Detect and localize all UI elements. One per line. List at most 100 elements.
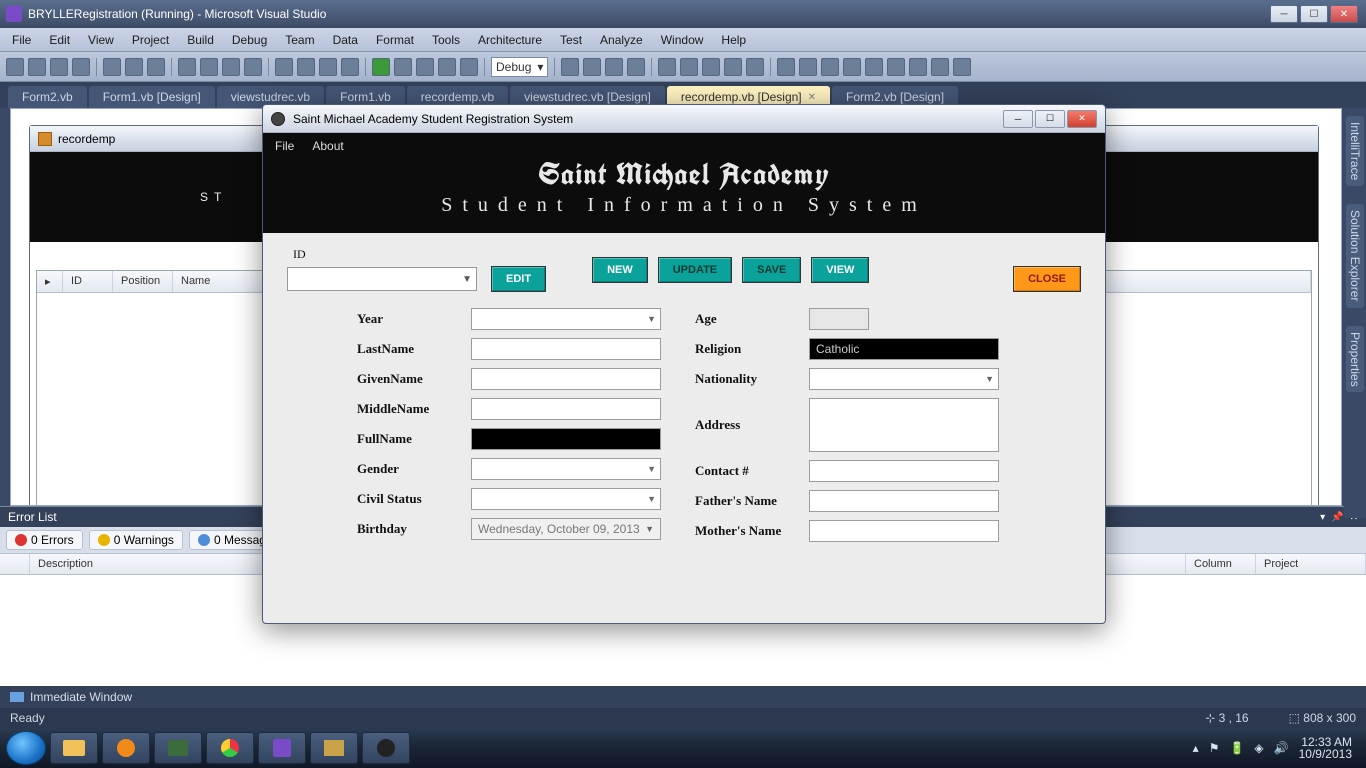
toolbar-icon[interactable] [147, 58, 165, 76]
toolbar-icon[interactable] [724, 58, 742, 76]
grid-col-selector[interactable]: ▸ [37, 271, 63, 292]
religion-input[interactable]: Catholic [809, 338, 999, 360]
app-maximize-button[interactable]: ☐ [1035, 110, 1065, 128]
system-tray[interactable]: ▴ ⚑ 🔋 ◈ 🔊 12:33 AM 10/9/2013 [1193, 736, 1360, 760]
autohide-icon[interactable]: ▾ [1320, 512, 1325, 523]
toolbar-icon[interactable] [438, 58, 456, 76]
toolbar-icon[interactable] [460, 58, 478, 76]
toolbar-icon[interactable] [50, 58, 68, 76]
menu-file[interactable]: File [4, 31, 39, 49]
mother-input[interactable] [809, 520, 999, 542]
taskbar-vs[interactable] [258, 732, 306, 764]
toolbar-icon[interactable] [746, 58, 764, 76]
new-button[interactable]: NEW [592, 257, 648, 283]
taskbar-running-app[interactable] [362, 732, 410, 764]
father-input[interactable] [809, 490, 999, 512]
play-icon[interactable] [372, 58, 390, 76]
intellitrace-tab[interactable]: IntelliTrace [1346, 116, 1364, 186]
warnings-filter[interactable]: 0 Warnings [89, 530, 183, 550]
immediate-window-tab[interactable]: Immediate Window [0, 686, 1366, 708]
tray-chevron-icon[interactable]: ▴ [1193, 741, 1199, 755]
toolbar-icon[interactable] [200, 58, 218, 76]
toolbar-icon[interactable] [799, 58, 817, 76]
toolbar-icon[interactable] [627, 58, 645, 76]
save-button[interactable]: SAVE [742, 257, 801, 283]
tray-battery-icon[interactable]: 🔋 [1229, 741, 1244, 755]
year-combo[interactable]: ▼ [471, 308, 661, 330]
toolbar-icon[interactable] [680, 58, 698, 76]
gender-combo[interactable]: ▼ [471, 458, 661, 480]
taskbar-chrome[interactable] [206, 732, 254, 764]
toolbar-icon[interactable] [658, 58, 676, 76]
menu-help[interactable]: Help [713, 31, 754, 49]
view-button[interactable]: VIEW [811, 257, 869, 283]
pin-icon[interactable]: 📌 [1331, 512, 1343, 523]
minimize-button[interactable]: ─ [1270, 5, 1298, 23]
menu-build[interactable]: Build [179, 31, 222, 49]
lastname-input[interactable] [471, 338, 661, 360]
edit-button[interactable]: EDIT [491, 266, 546, 292]
tab-form2[interactable]: Form2.vb [8, 86, 87, 108]
app-menu-about[interactable]: About [312, 139, 343, 153]
toolbar-icon[interactable] [222, 58, 240, 76]
pause-icon[interactable] [394, 58, 412, 76]
address-input[interactable] [809, 398, 999, 452]
contact-input[interactable] [809, 460, 999, 482]
menu-edit[interactable]: Edit [41, 31, 78, 49]
toolbar-icon[interactable] [777, 58, 795, 76]
app-close-button[interactable]: ✕ [1067, 110, 1097, 128]
taskbar-explorer[interactable] [50, 732, 98, 764]
app-minimize-button[interactable]: ─ [1003, 110, 1033, 128]
stop-icon[interactable] [416, 58, 434, 76]
toolbar-icon[interactable] [341, 58, 359, 76]
menu-data[interactable]: Data [325, 31, 366, 49]
close-button[interactable]: ✕ [1330, 5, 1358, 23]
col-icon[interactable] [0, 554, 30, 574]
toolbar-icon[interactable] [275, 58, 293, 76]
fullname-input[interactable] [471, 428, 661, 450]
toolbar-icon[interactable] [561, 58, 579, 76]
app-titlebar[interactable]: Saint Michael Academy Student Registrati… [263, 105, 1105, 133]
menu-window[interactable]: Window [653, 31, 712, 49]
taskbar-mediaplayer[interactable] [102, 732, 150, 764]
toolbar-icon[interactable] [931, 58, 949, 76]
tray-flag-icon[interactable]: ⚑ [1209, 741, 1220, 755]
taskbar-idm[interactable] [154, 732, 202, 764]
menu-tools[interactable]: Tools [424, 31, 468, 49]
menu-test[interactable]: Test [552, 31, 590, 49]
config-combo[interactable]: Debug▾ [491, 57, 548, 77]
solution-explorer-tab[interactable]: Solution Explorer [1346, 204, 1364, 307]
menu-team[interactable]: Team [277, 31, 322, 49]
taskbar-app[interactable] [310, 732, 358, 764]
close-form-button[interactable]: CLOSE [1013, 266, 1081, 292]
nationality-combo[interactable]: ▼ [809, 368, 999, 390]
toolbar-icon[interactable] [125, 58, 143, 76]
toolbar-icon[interactable] [583, 58, 601, 76]
menu-view[interactable]: View [80, 31, 122, 49]
menu-format[interactable]: Format [368, 31, 422, 49]
maximize-button[interactable]: ☐ [1300, 5, 1328, 23]
menu-project[interactable]: Project [124, 31, 177, 49]
errors-filter[interactable]: 0 Errors [6, 530, 83, 550]
close-icon[interactable]: ✕ [808, 92, 816, 103]
toolbar-icon[interactable] [843, 58, 861, 76]
civilstatus-combo[interactable]: ▼ [471, 488, 661, 510]
grid-col-position[interactable]: Position [113, 271, 173, 292]
toolbar-icon[interactable] [887, 58, 905, 76]
toolbar-icon[interactable] [297, 58, 315, 76]
toolbar-icon[interactable] [702, 58, 720, 76]
menu-debug[interactable]: Debug [224, 31, 275, 49]
update-button[interactable]: UPDATE [658, 257, 732, 283]
toolbar-icon[interactable] [865, 58, 883, 76]
grid-col-id[interactable]: ID [63, 271, 113, 292]
toolbar-icon[interactable] [821, 58, 839, 76]
toolbar-icon[interactable] [909, 58, 927, 76]
col-column[interactable]: Column [1186, 554, 1256, 574]
birthday-picker[interactable]: Wednesday, October 09, 2013▼ [471, 518, 661, 540]
app-menu-file[interactable]: File [275, 139, 294, 153]
toolbar-icon[interactable] [72, 58, 90, 76]
menu-analyze[interactable]: Analyze [592, 31, 651, 49]
tray-volume-icon[interactable]: 🔊 [1274, 741, 1289, 755]
menu-architecture[interactable]: Architecture [470, 31, 550, 49]
toolbar-icon[interactable] [605, 58, 623, 76]
